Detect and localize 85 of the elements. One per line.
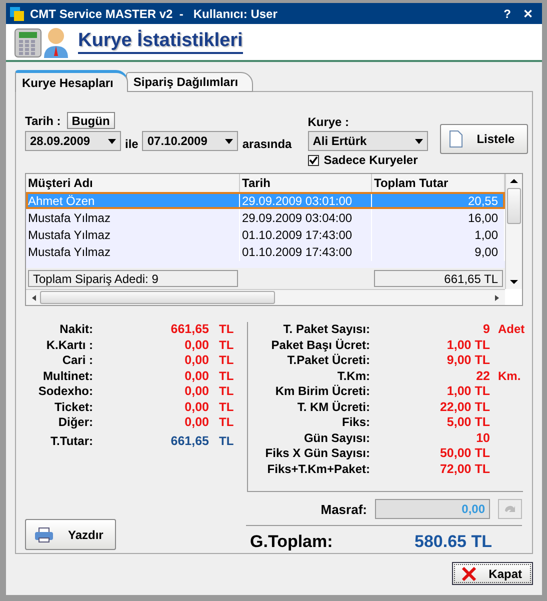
print-button[interactable]: Yazdır xyxy=(25,519,116,550)
table-cell: Mustafa Yılmaz xyxy=(26,243,240,261)
help-button[interactable]: ? xyxy=(500,6,514,20)
total-field: 661,65 TL xyxy=(374,270,503,287)
currency-label: TL xyxy=(218,322,235,338)
payment-label: Diğer: xyxy=(57,415,93,430)
stat-label: Fiks: xyxy=(340,415,370,430)
currency-label: TL xyxy=(218,415,235,430)
stat-value: 5,00 TL xyxy=(446,415,490,430)
payment-amount: 661,65 xyxy=(170,434,209,449)
payment-label: Multinet: xyxy=(42,368,93,384)
currency-label: TL xyxy=(218,434,235,449)
stat-value: 1,00 TL xyxy=(446,384,490,400)
payment-amount: 0,00 xyxy=(184,353,209,368)
close-button[interactable]: ✕ xyxy=(520,6,536,20)
currency-label: TL xyxy=(218,338,235,353)
payment-amount: 0,00 xyxy=(184,400,209,415)
currency-label: TL xyxy=(218,353,235,368)
stat-value: 50,00 TL xyxy=(438,446,490,462)
page-title: Kurye İstatistikleri xyxy=(78,30,243,54)
printer-icon xyxy=(34,526,54,542)
grand-total-value: 580.65 TL xyxy=(414,532,492,552)
payment-amount: 0,00 xyxy=(184,338,209,353)
grand-total-label: G.Toplam: xyxy=(250,532,333,552)
payment-amount: 661,65 xyxy=(170,322,209,338)
courier-dropdown[interactable]: Ali Ertürk xyxy=(308,131,428,151)
table-row[interactable]: Mustafa Yılmaz 29.09.2009 03:04:00 16,00 xyxy=(26,209,505,226)
start-date-dropdown[interactable]: 28.09.2009 xyxy=(25,131,121,151)
unit-label: Km. xyxy=(497,368,522,384)
checkbox-label: Sadece Kuryeler xyxy=(324,153,418,167)
payment-label: T.Tutar: xyxy=(50,434,93,449)
checkbox[interactable] xyxy=(308,154,319,166)
refresh-icon xyxy=(503,503,517,515)
range-label: arasında xyxy=(242,137,292,151)
stat-value: 9 xyxy=(482,322,490,338)
app-icon xyxy=(10,6,24,20)
tab[interactable]: Sipariş Dağılımları xyxy=(126,72,254,92)
caret-icon xyxy=(414,138,423,144)
currency-label: TL xyxy=(218,368,235,384)
stat-label: T.Paket Ücreti: xyxy=(286,353,370,368)
close-dialog-button[interactable]: Kapat xyxy=(452,562,533,585)
currency-label: TL xyxy=(218,400,235,415)
stat-label: T. Paket Sayısı: xyxy=(282,322,370,338)
table-cell: 01.10.2009 17:43:00 xyxy=(240,243,372,261)
table-row[interactable]: Mustafa Yılmaz 01.10.2009 17:43:00 1,00 xyxy=(26,226,505,243)
caret-icon xyxy=(108,138,116,144)
stat-value: 72,00 TL xyxy=(438,462,490,477)
payment-label: K.Kartı : xyxy=(45,338,93,353)
stat-label: T.Km: xyxy=(336,368,370,384)
stat-label: Paket Başı Ücret: xyxy=(270,338,370,353)
currency-label: TL xyxy=(218,384,235,400)
payment-label: Ticket: xyxy=(54,400,93,415)
table-row[interactable]: Mustafa Yılmaz 01.10.2009 17:43:00 9,00 xyxy=(26,243,505,260)
order-count-field: Toplam Sipariş Adedi: 9 xyxy=(28,270,238,287)
stat-label: Fiks X Gün Sayısı: xyxy=(264,446,370,462)
list-button[interactable]: Listele xyxy=(440,124,528,154)
window-title: CMT Service MASTER v2 - Kullanıcı: User xyxy=(30,6,278,20)
vertical-scrollbar[interactable] xyxy=(505,174,522,289)
stat-label: T. KM Ücreti: xyxy=(296,400,370,415)
stat-value: 10 xyxy=(475,430,490,446)
horizontal-scrollbar[interactable] xyxy=(26,289,505,305)
stat-value: 9,00 TL xyxy=(446,353,490,368)
payment-amount: 0,00 xyxy=(184,368,209,384)
payment-label: Nakit: xyxy=(58,322,93,338)
date-label: Tarih : xyxy=(25,114,61,128)
close-icon xyxy=(460,566,477,580)
document-icon xyxy=(448,130,463,148)
stat-value: 22,00 TL xyxy=(438,400,490,415)
end-date-dropdown[interactable]: 07.10.2009 xyxy=(142,131,238,151)
payment-amount: 0,00 xyxy=(184,415,209,430)
expense-label: Masraf: xyxy=(320,502,367,516)
unit-label: Adet xyxy=(497,322,524,338)
stat-label: Gün Sayısı: xyxy=(302,430,370,446)
payment-label: Cari : xyxy=(61,353,93,368)
stat-value: 22 xyxy=(475,368,490,384)
caret-icon xyxy=(225,138,234,144)
courier-label: Kurye : xyxy=(308,115,350,129)
stat-value: 1,00 TL xyxy=(446,338,490,353)
between-label: ile xyxy=(125,137,138,151)
payment-label: Sodexho: xyxy=(37,384,93,400)
stat-label: Km Birim Ücreti: xyxy=(274,384,370,400)
payment-amount: 0,00 xyxy=(184,384,209,400)
stat-label: Fiks+T.Km+Paket: xyxy=(266,462,370,477)
today-button[interactable]: Bugün xyxy=(66,112,115,129)
tab[interactable]: Kurye Hesapları xyxy=(15,70,128,92)
